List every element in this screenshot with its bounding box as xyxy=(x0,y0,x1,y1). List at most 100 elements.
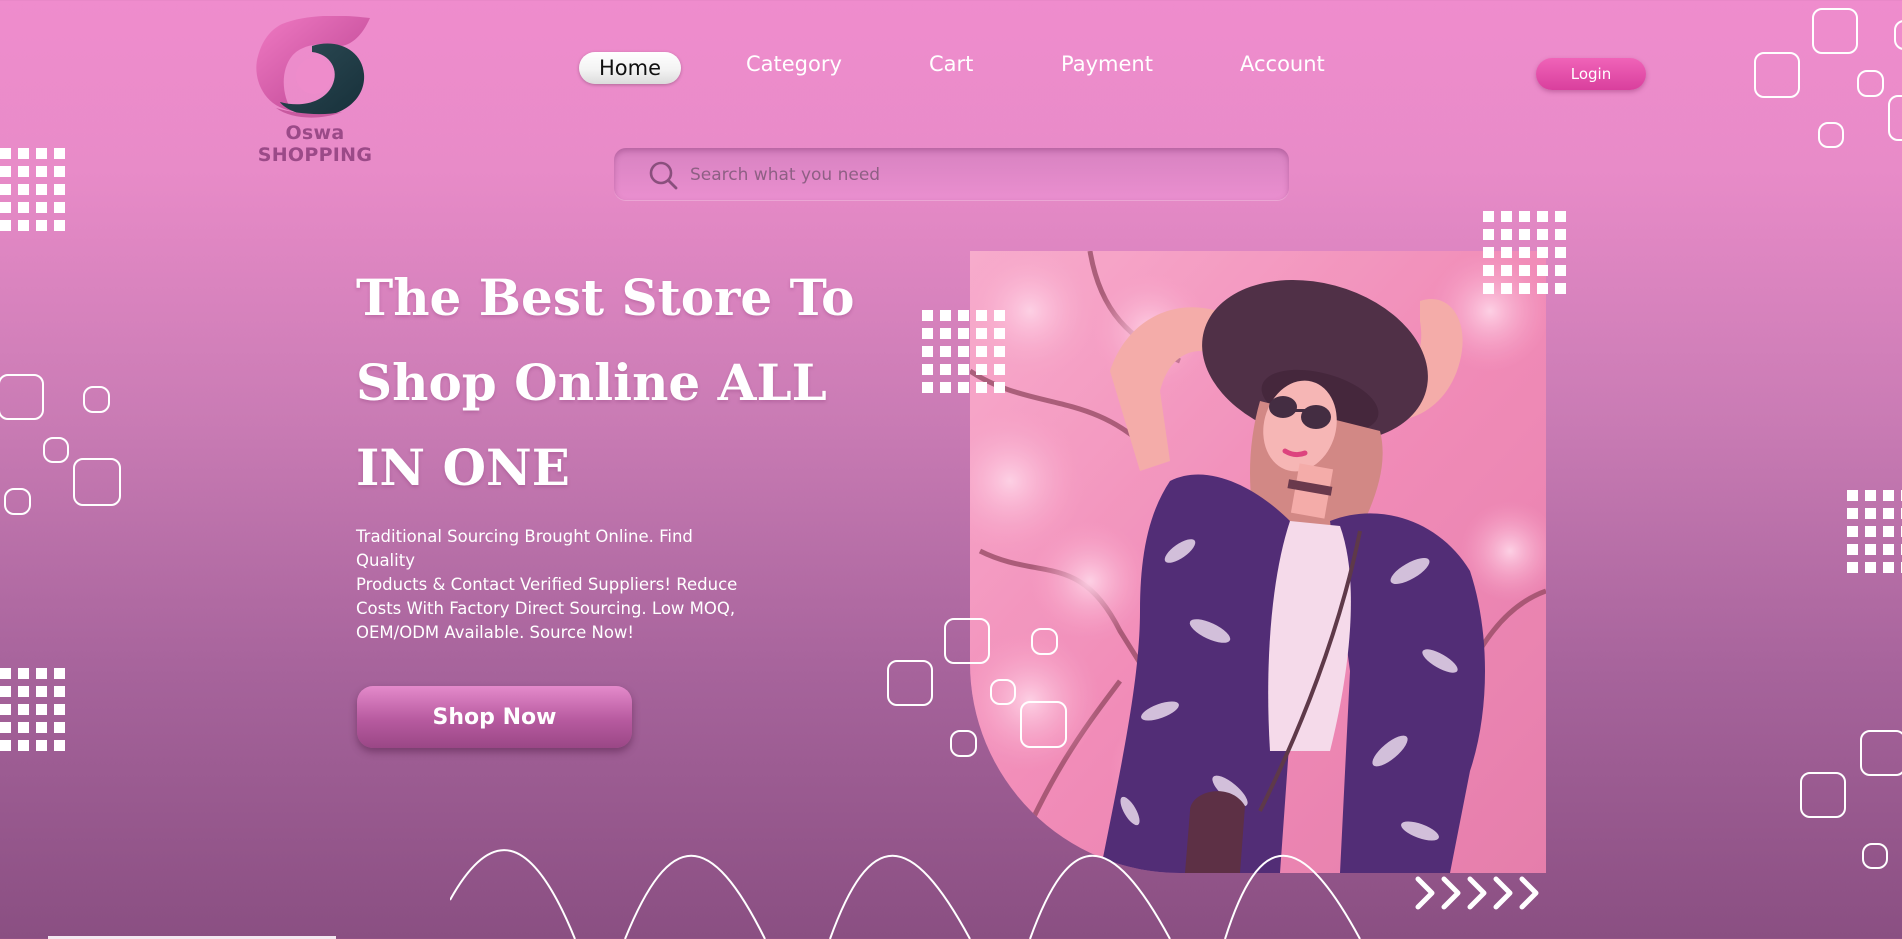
decor-square xyxy=(1860,730,1902,776)
decor-dot xyxy=(36,686,47,697)
decor-dot xyxy=(0,202,11,213)
decor-dot xyxy=(36,722,47,733)
decor-dot xyxy=(958,346,969,357)
decor-dot-grid xyxy=(922,310,1012,400)
nav-item-account[interactable]: Account xyxy=(1240,52,1325,76)
decor-dot xyxy=(0,220,11,231)
decor-dot xyxy=(18,704,29,715)
decor-dot xyxy=(0,686,11,697)
decor-square xyxy=(1888,95,1902,141)
decor-dot xyxy=(1519,211,1530,222)
decor-dot xyxy=(958,364,969,375)
decor-dot xyxy=(36,220,47,231)
decor-square xyxy=(1031,628,1058,655)
nav-item-payment[interactable]: Payment xyxy=(1061,52,1153,76)
decor-dot xyxy=(994,310,1005,321)
decor-square xyxy=(0,374,44,420)
decor-dot xyxy=(0,668,11,679)
decor-square xyxy=(950,730,977,757)
brand-logo[interactable]: Oswa SHOPPING xyxy=(230,16,400,166)
decor-dot xyxy=(18,184,29,195)
decor-dot xyxy=(994,346,1005,357)
decor-dot xyxy=(1537,265,1548,276)
decor-dot xyxy=(922,364,933,375)
decor-dot xyxy=(1501,247,1512,258)
hero-description: Traditional Sourcing Brought Online. Fin… xyxy=(356,525,756,645)
decor-dot xyxy=(1883,544,1894,555)
decor-square xyxy=(1857,70,1884,97)
decor-dot xyxy=(940,328,951,339)
decor-dot xyxy=(1865,526,1876,537)
hero-description-line: Products & Contact Verified Suppliers! R… xyxy=(356,575,738,594)
nav-item-category[interactable]: Category xyxy=(746,52,842,76)
decor-dot xyxy=(54,184,65,195)
decor-dot xyxy=(1883,490,1894,501)
decor-dot xyxy=(976,310,987,321)
woman-in-hat-with-blossoms-photo xyxy=(970,251,1546,873)
decor-dot xyxy=(1847,562,1858,573)
hero-title-line: IN ONE xyxy=(356,438,570,497)
decor-dot xyxy=(922,310,933,321)
hero-image xyxy=(970,251,1546,873)
hero-title-line: Shop Online ALL xyxy=(356,353,827,412)
decor-dot xyxy=(54,740,65,751)
decor-dot xyxy=(1883,562,1894,573)
decor-dot xyxy=(36,166,47,177)
decor-square xyxy=(73,458,121,506)
shop-now-button[interactable]: Shop Now xyxy=(357,686,632,748)
decor-dot xyxy=(18,668,29,679)
decor-dot xyxy=(54,166,65,177)
decor-dot xyxy=(994,382,1005,393)
decor-dot xyxy=(0,740,11,751)
brand-swirl-icon xyxy=(256,16,370,118)
decor-dot xyxy=(1883,526,1894,537)
decor-dot xyxy=(940,310,951,321)
search-icon[interactable] xyxy=(648,160,678,190)
decor-dot xyxy=(1883,508,1894,519)
decor-dot xyxy=(18,220,29,231)
decor-dot xyxy=(1847,526,1858,537)
decor-dot xyxy=(36,704,47,715)
decor-dot xyxy=(54,686,65,697)
decor-dot xyxy=(1501,229,1512,240)
decor-dot xyxy=(18,722,29,733)
decor-dot xyxy=(1483,283,1494,294)
login-button[interactable]: Login xyxy=(1536,58,1646,90)
decor-dot xyxy=(1519,265,1530,276)
brand-name: Oswa SHOPPING xyxy=(257,122,373,166)
decor-square xyxy=(990,679,1016,705)
decor-dot xyxy=(976,346,987,357)
nav-item-cart[interactable]: Cart xyxy=(929,52,973,76)
decor-dot xyxy=(1519,283,1530,294)
decor-dot xyxy=(1555,283,1566,294)
decor-dot xyxy=(0,166,11,177)
decor-square xyxy=(83,386,110,413)
decor-dot xyxy=(1847,508,1858,519)
decor-dot xyxy=(1537,283,1548,294)
decor-dot xyxy=(940,346,951,357)
search-input[interactable] xyxy=(688,156,1272,194)
decor-dot xyxy=(976,364,987,375)
decor-dot xyxy=(54,202,65,213)
decor-dot xyxy=(0,148,11,159)
hero-title-line: The Best Store To xyxy=(356,268,855,327)
decor-dot xyxy=(0,722,11,733)
decor-dot xyxy=(0,184,11,195)
decor-dot xyxy=(1483,211,1494,222)
decor-dot xyxy=(922,382,933,393)
search-bar[interactable] xyxy=(614,148,1289,200)
decor-dot xyxy=(54,668,65,679)
decor-square xyxy=(43,437,69,463)
decor-dot xyxy=(1555,211,1566,222)
decor-dot xyxy=(1847,490,1858,501)
decor-dot xyxy=(18,686,29,697)
decor-dot xyxy=(922,328,933,339)
decor-square xyxy=(1862,843,1888,869)
decor-dot xyxy=(940,382,951,393)
chevrons-right-icon xyxy=(1415,876,1539,910)
hero-description-line: Costs With Factory Direct Sourcing. Low … xyxy=(356,599,736,618)
decor-dot xyxy=(54,704,65,715)
nav-item-home[interactable]: Home xyxy=(579,52,682,84)
decor-dot xyxy=(958,382,969,393)
decor-dot xyxy=(18,166,29,177)
